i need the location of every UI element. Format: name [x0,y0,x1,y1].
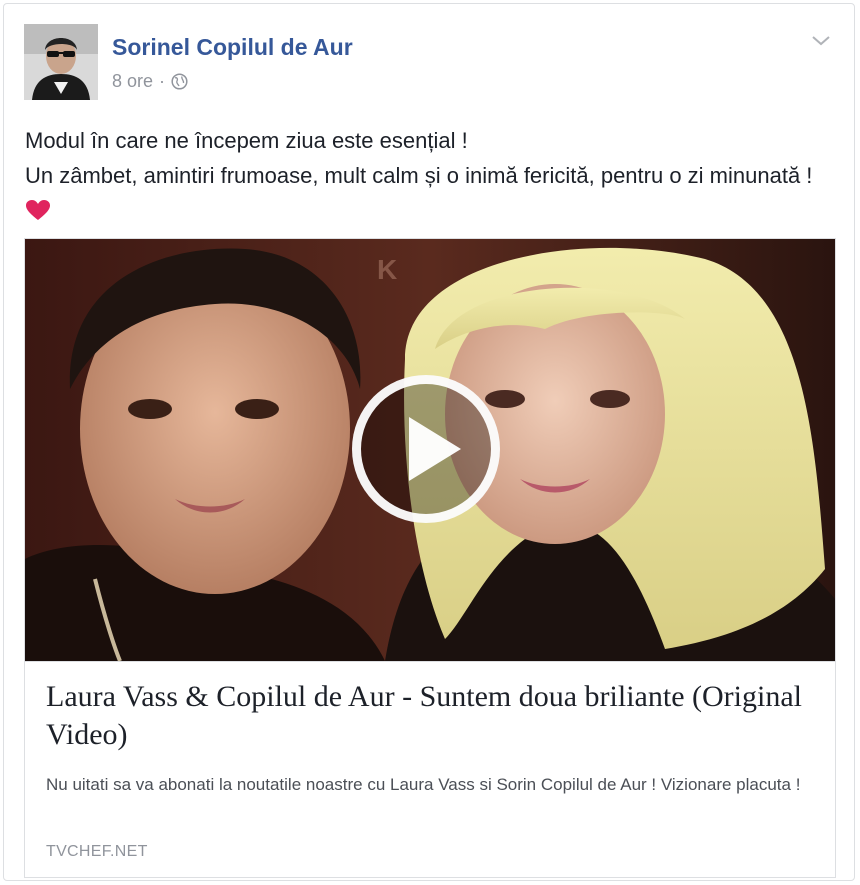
post-timestamp[interactable]: 8 ore [112,71,153,92]
post-text-line-2: Un zâmbet, amintiri frumoase, mult calm … [25,158,835,228]
play-icon[interactable] [352,375,500,523]
link-domain: TVCHEF.NET [46,843,148,860]
feed-post: Sorinel Copilul de Aur 8 ore · Modul în … [3,3,855,881]
author-name-link[interactable]: Sorinel Copilul de Aur [112,34,353,61]
globe-icon[interactable] [171,73,188,90]
link-attachment[interactable]: K Laura Vass & Copilul de Aur - Suntem d… [24,238,836,878]
svg-text:K: K [377,254,397,285]
chevron-down-icon[interactable] [810,34,832,48]
link-description: Nu uitati sa va abonati la noutatile noa… [46,775,801,794]
post-meta: 8 ore · [112,71,188,92]
play-triangle [409,417,461,481]
link-title[interactable]: Laura Vass & Copilul de Aur - Suntem dou… [46,678,816,754]
video-thumbnail[interactable]: K [25,239,835,661]
post-text-line-2-content: Un zâmbet, amintiri frumoase, mult calm … [25,163,813,188]
post-message: Modul în care ne începem ziua este esenț… [25,123,835,228]
heart-icon [25,196,51,220]
author-avatar[interactable] [24,24,98,100]
link-preview-info[interactable]: Laura Vass & Copilul de Aur - Suntem dou… [25,661,835,877]
post-text-line-1: Modul în care ne începem ziua este esenț… [25,128,468,153]
avatar-photo [24,24,98,100]
meta-separator: · [159,71,166,91]
